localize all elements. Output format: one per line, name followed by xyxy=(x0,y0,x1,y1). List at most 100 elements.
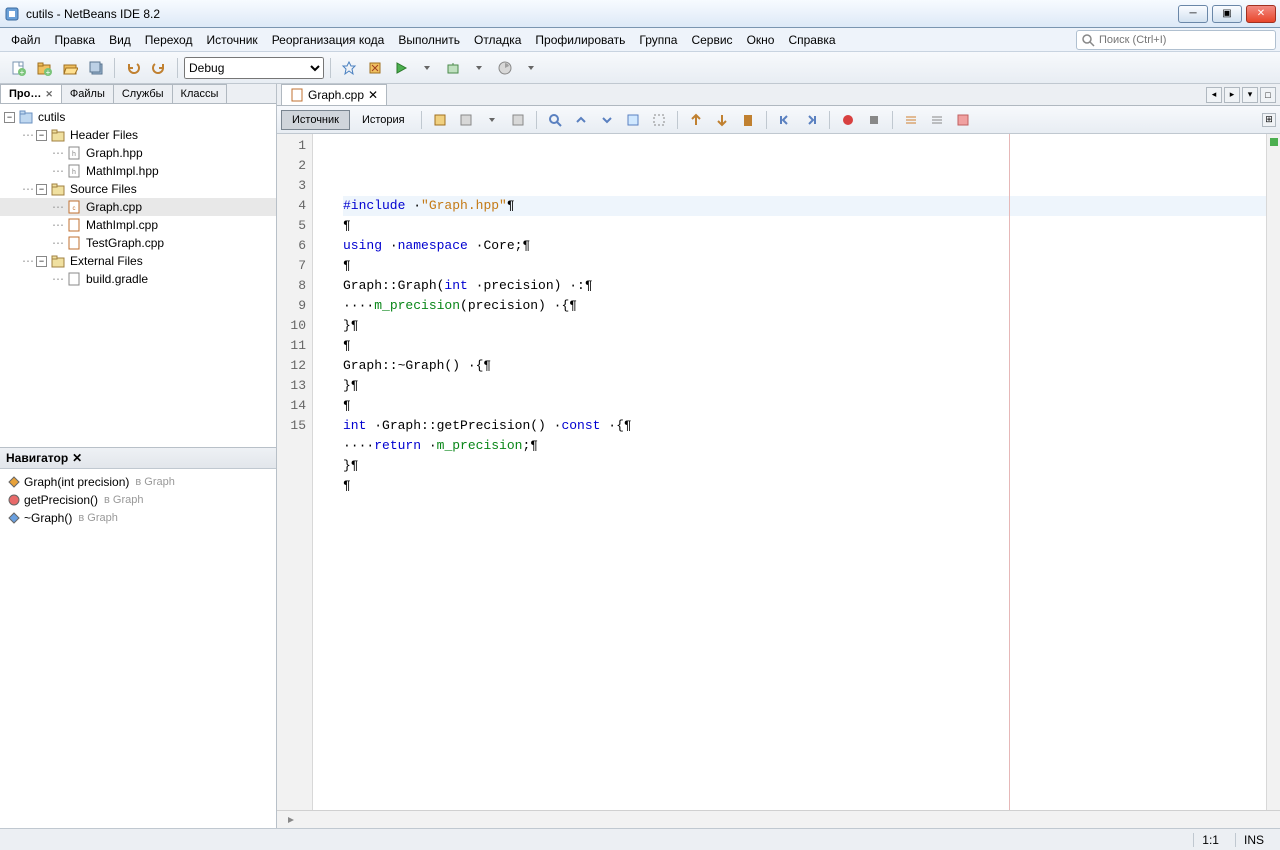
tree-folder-external[interactable]: ⋯ − External Files xyxy=(0,252,276,270)
right-margin-line xyxy=(1009,134,1010,810)
macro-record-button[interactable] xyxy=(836,108,860,132)
menu-team[interactable]: Группа xyxy=(632,30,684,50)
debug-button[interactable] xyxy=(441,56,465,80)
editor-split-button[interactable]: ⊞ xyxy=(1262,113,1276,127)
svg-text:c: c xyxy=(73,206,76,212)
editor-breadcrumb[interactable] xyxy=(277,810,1280,828)
tab-services[interactable]: Службы xyxy=(113,84,173,103)
cpp-file-icon xyxy=(290,88,304,102)
run-button[interactable] xyxy=(389,56,413,80)
menu-help[interactable]: Справка xyxy=(781,30,842,50)
search-input[interactable] xyxy=(1099,34,1271,46)
editor-tab-active[interactable]: Graph.cpp ✕ xyxy=(281,84,387,105)
save-all-button[interactable] xyxy=(84,56,108,80)
menu-profile[interactable]: Профилировать xyxy=(528,30,632,50)
tab-maximize-button[interactable]: □ xyxy=(1260,87,1276,103)
menu-refactor[interactable]: Реорганизация кода xyxy=(265,30,392,50)
open-button[interactable] xyxy=(58,56,82,80)
tree-file[interactable]: ⋯TestGraph.cpp xyxy=(0,234,276,252)
next-bookmark-button[interactable] xyxy=(710,108,734,132)
editor-tool-icon[interactable] xyxy=(506,108,530,132)
tab-classes[interactable]: Классы xyxy=(172,84,228,103)
tree-project-root[interactable]: − cutils xyxy=(0,108,276,126)
minimize-button[interactable]: ─ xyxy=(1178,5,1208,23)
config-select[interactable]: Debug xyxy=(184,57,324,79)
tree-file[interactable]: ⋯build.gradle xyxy=(0,270,276,288)
find-next-button[interactable] xyxy=(595,108,619,132)
maximize-button[interactable]: ▣ xyxy=(1212,5,1242,23)
window-title: cutils - NetBeans IDE 8.2 xyxy=(26,7,1178,21)
close-button[interactable]: ✕ xyxy=(1246,5,1276,23)
tab-list-button[interactable]: ▾ xyxy=(1242,87,1258,103)
navigator-item[interactable]: ~Graph() в Graph xyxy=(0,509,276,527)
editor-tool-dropdown[interactable] xyxy=(480,108,504,132)
menu-window[interactable]: Окно xyxy=(740,30,782,50)
clean-build-button[interactable] xyxy=(363,56,387,80)
profile-dropdown[interactable] xyxy=(519,56,543,80)
status-ok-marker xyxy=(1270,138,1278,146)
twisty-icon[interactable]: − xyxy=(4,112,15,123)
tree-file[interactable]: ⋯hGraph.hpp xyxy=(0,144,276,162)
build-button[interactable] xyxy=(337,56,361,80)
tree-file[interactable]: ⋯hMathImpl.hpp xyxy=(0,162,276,180)
new-project-button[interactable]: + xyxy=(32,56,56,80)
editor-tool-icon[interactable] xyxy=(428,108,452,132)
menu-edit[interactable]: Правка xyxy=(48,30,103,50)
tree-folder-source[interactable]: ⋯ − Source Files xyxy=(0,180,276,198)
menu-tools[interactable]: Сервис xyxy=(684,30,739,50)
tab-scroll-right[interactable]: ▸ xyxy=(1224,87,1240,103)
main-toolbar: + + Debug xyxy=(0,52,1280,84)
debug-dropdown[interactable] xyxy=(467,56,491,80)
tab-projects[interactable]: Про…✕ xyxy=(0,84,62,103)
code-editor[interactable]: 123456789101112131415 #include ·"Graph.h… xyxy=(277,134,1280,810)
editor-tool-icon[interactable] xyxy=(454,108,478,132)
goto-header-button[interactable] xyxy=(951,108,975,132)
run-dropdown[interactable] xyxy=(415,56,439,80)
twisty-icon[interactable]: − xyxy=(36,256,47,267)
cpp-file-icon xyxy=(66,235,82,251)
close-icon[interactable]: ✕ xyxy=(72,451,82,465)
navigator-list[interactable]: Graph(int precision) в GraphgetPrecision… xyxy=(0,469,276,828)
search-box[interactable] xyxy=(1076,30,1276,50)
code-area[interactable]: #include ·"Graph.hpp"¶¶using ·namespace … xyxy=(313,134,1266,810)
navigator-item[interactable]: getPrecision() в Graph xyxy=(0,491,276,509)
toggle-bookmark-button[interactable] xyxy=(736,108,760,132)
toggle-rect-select-button[interactable] xyxy=(647,108,671,132)
menu-view[interactable]: Вид xyxy=(102,30,138,50)
line-gutter[interactable]: 123456789101112131415 xyxy=(277,134,313,810)
twisty-icon[interactable]: − xyxy=(36,184,47,195)
new-file-button[interactable]: + xyxy=(6,56,30,80)
view-history-button[interactable]: История xyxy=(352,111,415,129)
tab-files[interactable]: Файлы xyxy=(61,84,114,103)
menu-navigate[interactable]: Переход xyxy=(138,30,200,50)
app-icon xyxy=(4,6,20,22)
toggle-highlight-button[interactable] xyxy=(621,108,645,132)
shift-left-button[interactable] xyxy=(773,108,797,132)
macro-stop-button[interactable] xyxy=(862,108,886,132)
menu-run[interactable]: Выполнить xyxy=(391,30,467,50)
undo-button[interactable] xyxy=(121,56,145,80)
tree-file-selected[interactable]: ⋯cGraph.cpp xyxy=(0,198,276,216)
uncomment-button[interactable] xyxy=(925,108,949,132)
shift-right-button[interactable] xyxy=(799,108,823,132)
view-source-button[interactable]: Источник xyxy=(281,110,350,130)
find-button[interactable] xyxy=(543,108,567,132)
menu-file[interactable]: Файл xyxy=(4,30,48,50)
tab-scroll-left[interactable]: ◂ xyxy=(1206,87,1222,103)
navigator-item[interactable]: Graph(int precision) в Graph xyxy=(0,473,276,491)
redo-button[interactable] xyxy=(147,56,171,80)
error-strip[interactable] xyxy=(1266,134,1280,810)
twisty-icon[interactable]: − xyxy=(36,130,47,141)
prev-bookmark-button[interactable] xyxy=(684,108,708,132)
project-tree[interactable]: − cutils ⋯ − Header Files ⋯hGraph.hpp ⋯h… xyxy=(0,104,276,447)
comment-button[interactable] xyxy=(899,108,923,132)
close-icon[interactable]: ✕ xyxy=(45,89,53,100)
menu-source[interactable]: Источник xyxy=(199,30,264,50)
close-icon[interactable]: ✕ xyxy=(368,88,378,102)
find-prev-button[interactable] xyxy=(569,108,593,132)
profile-button[interactable] xyxy=(493,56,517,80)
projects-panel: Про…✕ Файлы Службы Классы − cutils ⋯ − H… xyxy=(0,84,276,448)
tree-folder-header[interactable]: ⋯ − Header Files xyxy=(0,126,276,144)
tree-file[interactable]: ⋯MathImpl.cpp xyxy=(0,216,276,234)
menu-debug[interactable]: Отладка xyxy=(467,30,528,50)
